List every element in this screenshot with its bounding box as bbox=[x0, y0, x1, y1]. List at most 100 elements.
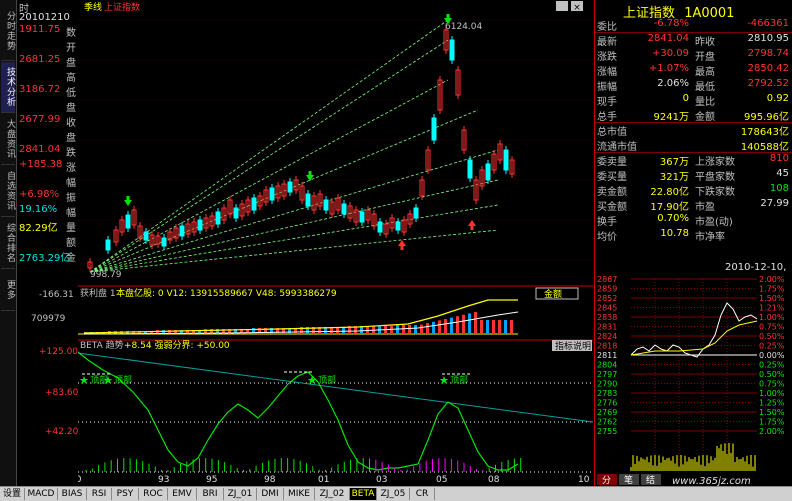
indicator-tab-zj_02[interactable]: ZJ_02 bbox=[315, 488, 350, 500]
quote-label: 总手 bbox=[597, 112, 617, 123]
indicator-tab-macd[interactable]: MACD bbox=[25, 488, 58, 500]
quote-label: 开盘 bbox=[695, 52, 715, 63]
vtab-3[interactable]: 自选资讯 bbox=[1, 166, 15, 217]
intraday-tab-label[interactable]: 笔 bbox=[624, 474, 633, 486]
intraday-right-tick: 1.25% bbox=[759, 399, 785, 408]
info-row: 盘 bbox=[17, 99, 77, 114]
indicator-tab-设置[interactable]: 设置 bbox=[0, 488, 25, 500]
indicator-tab-zj_01[interactable]: ZJ_01 bbox=[224, 488, 257, 500]
price-grid bbox=[78, 19, 593, 261]
intraday-left-tick: 2867 bbox=[597, 275, 617, 284]
indicator-tab-bri[interactable]: BRI bbox=[197, 488, 224, 500]
info-row: 幅 bbox=[17, 174, 77, 189]
vtab-0[interactable]: 分时走势 bbox=[1, 2, 15, 61]
indicator-tab-bias[interactable]: BIAS bbox=[58, 488, 87, 500]
vertical-tab-strip: 分时走势 技术分析 大盘资讯 自选资讯 综合排名 更多 bbox=[0, 0, 17, 486]
beta-text: +8.54 强弱分界: +50.00 bbox=[124, 340, 230, 351]
top-marker-label: 顶部 bbox=[450, 374, 468, 386]
close-icon[interactable]: × bbox=[573, 3, 581, 13]
info-row: 开 bbox=[17, 39, 77, 54]
quote-value: 0.92 bbox=[766, 93, 789, 104]
intraday-right-tick: 2.00% bbox=[759, 275, 785, 284]
quote-label: 委比 bbox=[597, 22, 617, 33]
indicator-tab-rsi[interactable]: RSI bbox=[87, 488, 112, 500]
indicator-tab-emv[interactable]: EMV bbox=[168, 488, 197, 500]
watermark: www.365jz.com bbox=[672, 476, 751, 487]
indicator-tab-dmi[interactable]: DMI bbox=[257, 488, 284, 500]
quote-row: 涨幅 +1.07% 最高 2850.42 bbox=[595, 63, 792, 78]
quote-row: 涨跌 +30.09 开盘 2798.74 bbox=[595, 48, 792, 63]
quote-value: 321万 bbox=[659, 172, 689, 183]
x-tick-label: 93 bbox=[158, 475, 169, 485]
info-label: 跌 bbox=[66, 148, 76, 159]
beta-indicator: 顶部顶部顶部顶部0.00 bbox=[18, 351, 594, 481]
quote-label: 上涨家数 bbox=[695, 157, 735, 168]
quote-label: 最低 bbox=[695, 82, 715, 93]
kline-chart-area[interactable]: 季线 上证指数 × 6124.04 998.79 -166.31 获利盘 1 本… bbox=[6, 0, 594, 486]
indicator-tab-mike[interactable]: MIKE bbox=[284, 488, 315, 500]
quote-row: 总手 9241万 金额 995.96亿 bbox=[595, 108, 792, 123]
indicator-help-label[interactable]: 指标说明 bbox=[555, 340, 591, 352]
x-tick-label: 08 bbox=[488, 475, 500, 485]
index-label[interactable]: 上证指数 bbox=[104, 1, 140, 13]
quote-label: 金额 bbox=[695, 112, 715, 123]
quote-row: 现手 0 量比 0.92 bbox=[595, 93, 792, 108]
quote-panel: 上证指数 1A0001 委比 -6.78% -466361 最新 2841.04 昨收 28… bbox=[594, 0, 792, 486]
vtab-1[interactable]: 技术分析 bbox=[1, 62, 15, 113]
kline-chart-svg[interactable]: 季线 上证指数 × 6124.04 998.79 -166.31 获利盘 1 本… bbox=[6, 0, 594, 486]
quote-row: 最新 2841.04 昨收 2810.95 bbox=[595, 33, 792, 48]
info-row: 高 bbox=[17, 69, 77, 84]
vtab-5[interactable]: 更多 bbox=[1, 270, 15, 311]
indicator-tab-beta[interactable]: BETA bbox=[350, 488, 377, 500]
quote-label: 委买量 bbox=[597, 172, 627, 183]
quote-label: 涨幅 bbox=[597, 67, 617, 78]
quote-label: 卖金额 bbox=[597, 187, 627, 198]
quote-label: 最新 bbox=[597, 37, 617, 48]
intraday-left-tick: 2776 bbox=[597, 399, 617, 408]
indicator-tab-zj_05[interactable]: ZJ_05 bbox=[377, 488, 410, 500]
intraday-right-tick: 0.25% bbox=[759, 361, 785, 370]
info-label: 幅 bbox=[66, 208, 76, 219]
intraday-right-tick: 1.50% bbox=[759, 408, 785, 417]
quote-row: 买金额 17.90亿 市盈 27.99 bbox=[595, 198, 792, 213]
info-value: 3186.72 bbox=[19, 84, 61, 95]
indicator-tab-cr[interactable]: CR bbox=[410, 488, 435, 500]
intraday-left-tick: 2790 bbox=[597, 380, 617, 389]
intraday-left-tick: 2811 bbox=[597, 351, 617, 360]
x-axis-labels: 90 93 95 98 01 03 05 08 10 bbox=[70, 475, 590, 485]
intraday-tab-label[interactable]: 结 bbox=[646, 474, 655, 486]
restore-button[interactable] bbox=[556, 1, 568, 11]
info-row: +6.98% 振 bbox=[17, 189, 77, 204]
intraday-right-tick: 0.50% bbox=[759, 370, 785, 379]
info-row: 2763.29亿金 bbox=[17, 249, 77, 264]
info-value: 2681.25 bbox=[19, 54, 61, 65]
info-label: 量 bbox=[66, 223, 76, 234]
beta-axis-125: +125.00 bbox=[39, 347, 79, 357]
x-tick-label: 01 bbox=[318, 475, 329, 485]
intraday-tab-label[interactable]: 分 bbox=[602, 475, 611, 486]
vol-panel-title: 获利盘 1 bbox=[80, 287, 116, 299]
period-label[interactable]: 季线 bbox=[84, 1, 102, 13]
info-row: +185.38 涨 bbox=[17, 159, 77, 174]
info-label: 额 bbox=[66, 238, 76, 249]
quote-value: 0.70% bbox=[657, 213, 689, 224]
intraday-right-tick: 1.21% bbox=[759, 304, 785, 313]
indicator-tab-psy[interactable]: PSY bbox=[112, 488, 139, 500]
x-tick-label: 98 bbox=[264, 475, 276, 485]
indicator-tab-roc[interactable]: ROC bbox=[139, 488, 168, 500]
intraday-chart[interactable]: 2867 2.00% 2859 1.75% 2852 1.50% 2845 1.21% 2838… bbox=[595, 275, 792, 486]
indicator-tab-bar: 设置 MACD BIAS RSI PSY ROC EMV BRI ZJ_01 DMI MIKE ZJ_… bbox=[0, 486, 792, 501]
info-row: 19.16% 幅 bbox=[17, 204, 77, 219]
gann-fan-lines bbox=[89, 19, 499, 273]
info-column: 时 20101210 1911.75 数开 2681.25 盘高 3186.72 低盘 26… bbox=[17, 0, 77, 280]
intraday-left-tick: 2804 bbox=[597, 361, 617, 370]
intraday-left-tick: 2852 bbox=[597, 294, 617, 303]
quote-row: 卖金额 22.80亿 下跌家数 108 bbox=[595, 183, 792, 198]
quote-value: -6.78% bbox=[653, 18, 689, 29]
vtab-4[interactable]: 综合排名 bbox=[1, 218, 15, 269]
quote-value: 140588亿 bbox=[740, 142, 789, 153]
info-label: 盘 bbox=[66, 58, 76, 69]
vtab-2[interactable]: 大盘资讯 bbox=[1, 114, 15, 165]
info-value: +185.38 bbox=[19, 159, 63, 170]
vol-amount-label[interactable]: 金额 bbox=[544, 288, 562, 300]
